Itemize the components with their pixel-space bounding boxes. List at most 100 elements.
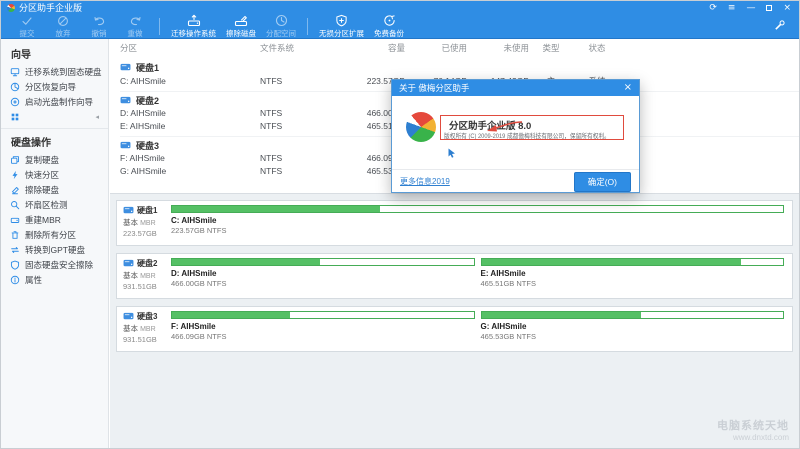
aomei-pie-logo <box>406 112 436 142</box>
discard-button[interactable]: 放弃 <box>50 15 76 39</box>
disk-size: 931.51GB <box>123 335 167 344</box>
sidebar-item-bad-sector-test[interactable]: 坏扇区检测 <box>1 197 108 212</box>
col-type: 类型 <box>529 42 573 54</box>
col-used: 已使用 <box>405 42 467 54</box>
sidebar-item-more-wizards[interactable]: ◂ <box>1 109 108 124</box>
dialog-footer: 更多信息2019 确定(O) <box>392 169 639 193</box>
table-header-row: 分区 文件系统 容量 已使用 未使用 类型 状态 <box>120 41 799 55</box>
usage-fill <box>172 259 320 265</box>
disk-name: 硬盘2 <box>137 258 157 269</box>
disk-style: 基本 <box>123 271 138 280</box>
shield-plus-icon <box>335 15 348 27</box>
menu-icon[interactable]: ≡ <box>728 1 736 15</box>
usage-fill <box>482 312 642 318</box>
partition-block[interactable]: E: AIHSmile 465.51GB NTFS <box>481 258 785 298</box>
hdd-icon <box>123 206 134 215</box>
sidebar-divider <box>1 128 108 129</box>
convert-arrows-icon <box>10 245 20 255</box>
shield-icon <box>10 260 20 270</box>
sidebar-section-disk-operations: 硬盘操作 <box>1 130 108 152</box>
partition-block[interactable]: D: AIHSmile 466.00GB NTFS <box>171 258 475 298</box>
disk-panel-2[interactable]: 硬盘2 基本 MBR 931.51GB D: AIHSmile 466.00GB… <box>116 253 793 299</box>
ok-button[interactable]: 确定(O) <box>574 172 631 192</box>
discard-icon <box>57 15 69 27</box>
tools-wrench-icon[interactable] <box>774 18 785 38</box>
minimize-button[interactable]: — <box>746 1 755 15</box>
check-icon <box>21 15 33 27</box>
close-button[interactable]: × <box>783 1 791 15</box>
col-unused: 未使用 <box>467 42 529 54</box>
clock-icon <box>275 15 288 27</box>
undo-button[interactable]: 撤销 <box>86 15 112 39</box>
migrate-os-button[interactable]: 迁移操作系统 <box>171 15 216 39</box>
free-backup-button[interactable]: 免费备份 <box>374 15 404 39</box>
sidebar-item-quick-partition[interactable]: 快速分区 <box>1 167 108 182</box>
usage-bar <box>171 311 475 319</box>
disk-scheme: MBR <box>140 326 156 333</box>
sidebar-section-wizards: 向导 <box>1 42 108 64</box>
disk-scheme: MBR <box>140 220 156 227</box>
copyright-text: 版权所有 (C) 2009-2019 成都傲梅科技有限公司，保留所有权利。 <box>444 130 610 140</box>
disk-scheme: MBR <box>140 273 156 280</box>
annotation-arrow-icon <box>484 120 524 138</box>
trash-icon <box>10 230 20 240</box>
usage-bar <box>481 311 785 319</box>
magnifier-icon <box>10 200 20 210</box>
allocate-space-button[interactable]: 分配空间 <box>266 15 296 39</box>
sidebar-item-bootable-media-wizard[interactable]: 启动光盘制作向导 <box>1 94 108 109</box>
disk-panel-3[interactable]: 硬盘3 基本 MBR 931.51GB F: AIHSmile 466.09GB… <box>116 306 793 352</box>
sidebar-item-properties[interactable]: 属性 <box>1 272 108 287</box>
dialog-close-button[interactable]: × <box>624 80 632 96</box>
backup-icon <box>383 15 396 27</box>
disk-size: 223.57GB <box>123 229 167 238</box>
disk-group-row[interactable]: 硬盘1 <box>120 59 799 74</box>
sidebar-item-rebuild-mbr[interactable]: 重建MBR <box>1 212 108 227</box>
partition-block[interactable]: G: AIHSmile 465.53GB NTFS <box>481 311 785 351</box>
sidebar-item-convert-to-gpt[interactable]: 转换到GPT硬盘 <box>1 242 108 257</box>
disk-style: 基本 <box>123 218 138 227</box>
disk-panel-1[interactable]: 硬盘1 基本 MBR 223.57GB C: AIHSmile 223.57GB… <box>116 200 793 246</box>
info-icon <box>10 275 20 285</box>
migrate-os-icon <box>187 15 201 27</box>
sidebar-item-delete-all-partitions[interactable]: 删除所有分区 <box>1 227 108 242</box>
lossless-extend-button[interactable]: 无损分区扩展 <box>319 15 364 39</box>
apply-button[interactable]: 提交 <box>14 15 40 39</box>
undo-icon <box>93 15 106 27</box>
collapse-arrow-icon[interactable]: ◂ <box>95 113 99 121</box>
lightning-icon <box>10 170 20 180</box>
usage-fill <box>172 312 290 318</box>
more-info-link[interactable]: 更多信息2019 <box>400 176 450 187</box>
sidebar-item-copy-disk[interactable]: 复制硬盘 <box>1 152 108 167</box>
wipe-disk-button[interactable]: 擦除磁盘 <box>226 15 256 39</box>
usage-bar <box>481 258 785 266</box>
sidebar-item-wipe-disk[interactable]: 擦除硬盘 <box>1 182 108 197</box>
partition-recovery-icon <box>10 82 20 92</box>
maximize-button[interactable] <box>766 5 772 11</box>
disk-info: 硬盘1 基本 MBR 223.57GB <box>117 201 167 245</box>
usage-bar <box>171 205 784 213</box>
redo-icon <box>129 15 142 27</box>
sidebar-item-migrate-to-ssd[interactable]: 迁移系统到固态硬盘 <box>1 64 108 79</box>
partition-block[interactable]: F: AIHSmile 466.09GB NTFS <box>171 311 475 351</box>
watermark: 电脑系统天地 www.dnxtd.com <box>717 417 789 442</box>
col-status: 状态 <box>573 42 621 54</box>
disk-name: 硬盘3 <box>137 311 157 322</box>
col-capacity: 容量 <box>335 42 405 54</box>
hdd-icon <box>123 312 134 321</box>
hdd-icon <box>120 96 131 105</box>
update-icon[interactable]: ⟳ <box>709 1 717 15</box>
bootable-media-icon <box>10 97 20 107</box>
copy-disk-icon <box>10 155 20 165</box>
redo-button[interactable]: 重做 <box>122 15 148 39</box>
sidebar-item-partition-recovery-wizard[interactable]: 分区恢复向导 <box>1 79 108 94</box>
partition-block[interactable]: C: AIHSmile 223.57GB NTFS <box>171 205 784 245</box>
disk-style: 基本 <box>123 324 138 333</box>
hdd-icon <box>120 63 131 72</box>
window-title: 分区助手企业版 <box>19 1 82 15</box>
sidebar-item-ssd-secure-erase[interactable]: 固态硬盘安全擦除 <box>1 257 108 272</box>
col-filesystem: 文件系统 <box>260 42 335 54</box>
dialog-title: 关于 傲梅分区助手 <box>399 82 469 94</box>
dialog-title-bar: 关于 傲梅分区助手 × <box>392 80 639 96</box>
hdd-icon <box>123 259 134 268</box>
cursor-icon <box>448 145 456 163</box>
